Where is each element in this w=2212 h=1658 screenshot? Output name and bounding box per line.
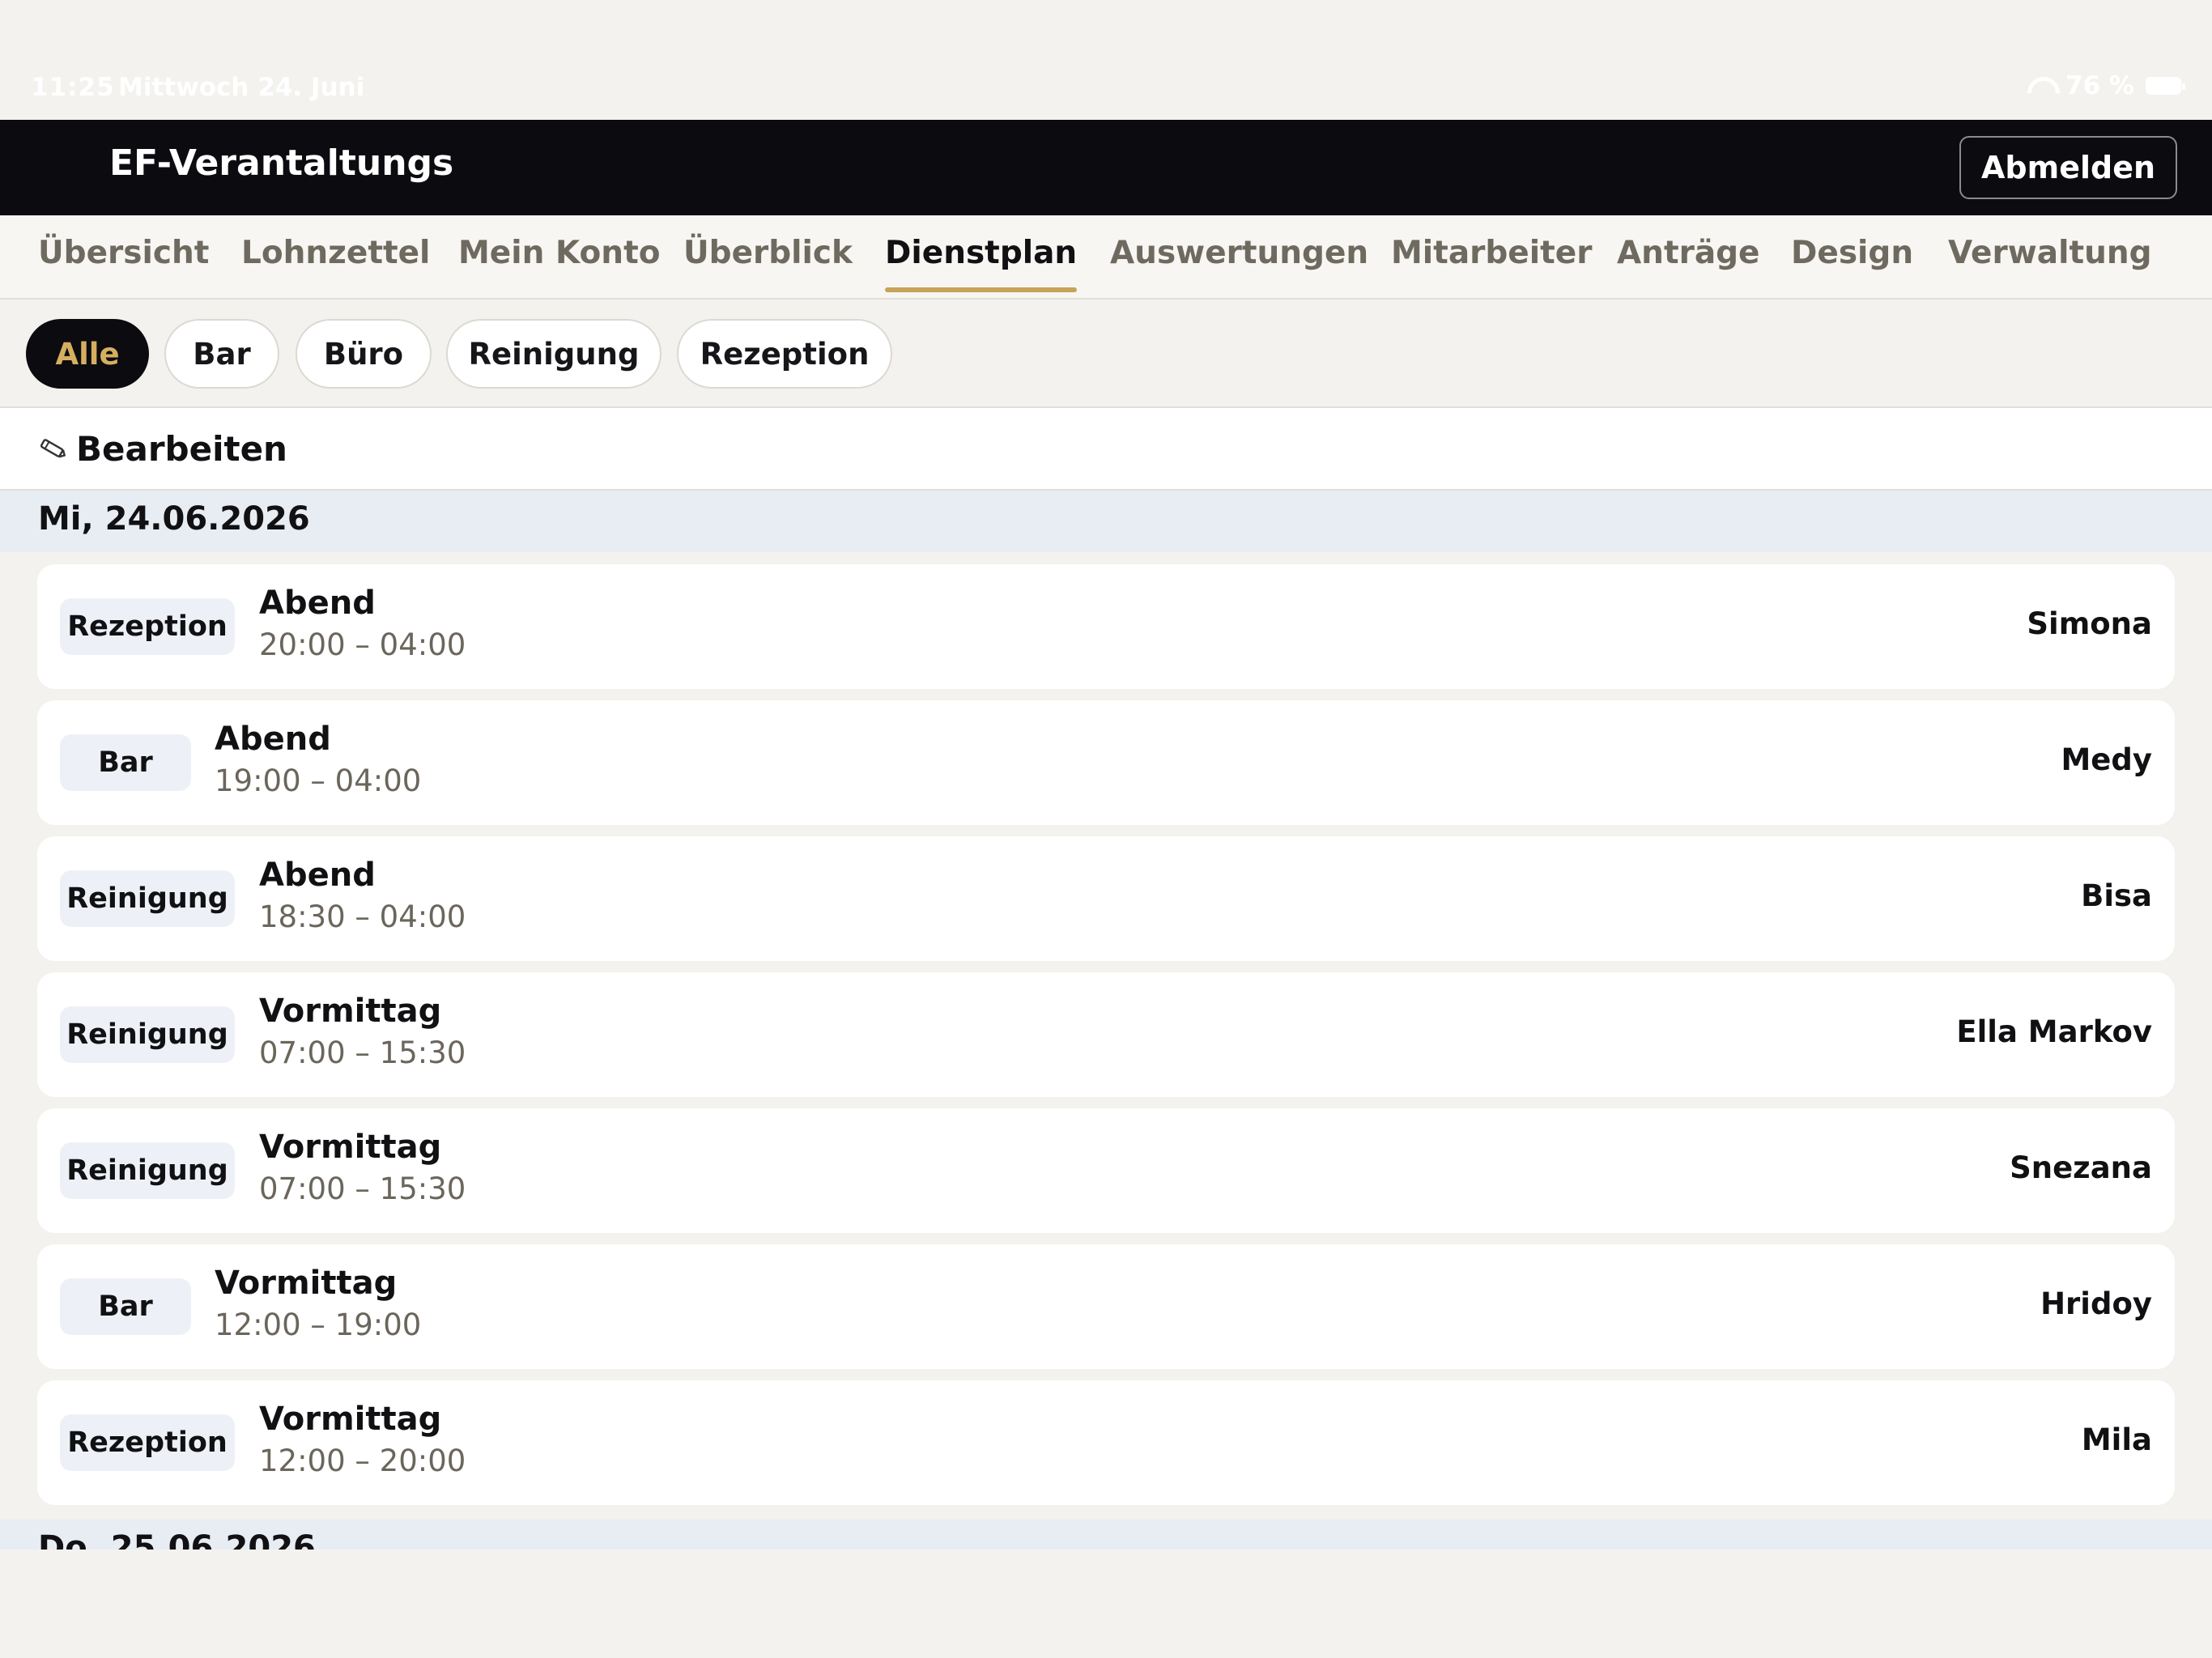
shift-card[interactable]: Bar Vormittag 12:00 – 19:00 Hridoy: [37, 1244, 2175, 1369]
shift-card[interactable]: Rezeption Vormittag 12:00 – 20:00 Mila: [37, 1380, 2175, 1505]
shift-info: Vormittag 12:00 – 19:00: [215, 1262, 421, 1346]
department-badge: Bar: [60, 734, 191, 791]
bottom-area: [0, 1550, 2212, 1658]
shift-card[interactable]: Reinigung Vormittag 07:00 – 15:30 Ella M…: [37, 972, 2175, 1097]
filter-chip-rezeption[interactable]: Rezeption: [677, 319, 892, 389]
shift-card[interactable]: Reinigung Vormittag 07:00 – 15:30 Snezan…: [37, 1108, 2175, 1233]
shift-info: Abend 20:00 – 04:00: [259, 582, 466, 666]
tab-lohnzettel[interactable]: Lohnzettel: [241, 235, 430, 271]
status-right: 76 %: [2025, 71, 2185, 100]
shift-name: Vormittag: [259, 1129, 442, 1166]
filter-chip-buero[interactable]: Büro: [296, 319, 432, 389]
tab-ueberblick[interactable]: Überblick: [683, 235, 853, 271]
battery-percent: 76 %: [2065, 71, 2134, 100]
shift-info: Vormittag 07:00 – 15:30: [259, 1126, 466, 1210]
status-bar: 11:25 Mittwoch 24. Juni 76 %: [0, 0, 2212, 120]
filter-chip-alle[interactable]: Alle: [26, 319, 149, 389]
department-badge: Bar: [60, 1278, 191, 1335]
shift-card[interactable]: Bar Abend 19:00 – 04:00 Medy: [37, 700, 2175, 825]
wifi-icon: [2025, 75, 2054, 96]
shift-name: Vormittag: [259, 1401, 442, 1438]
shift-time: 07:00 – 15:30: [259, 1171, 466, 1206]
tab-dienstplan[interactable]: Dienstplan: [885, 235, 1078, 292]
employee-name: Simona: [2027, 606, 2152, 641]
employee-name: Hridoy: [2040, 1286, 2152, 1321]
day-header: Mi, 24.06.2026: [0, 491, 2212, 552]
tab-verwaltung[interactable]: Verwaltung: [1948, 235, 2152, 271]
shift-time: 18:30 – 04:00: [259, 899, 466, 934]
department-badge: Rezeption: [60, 1414, 235, 1471]
shift-time: 07:00 – 15:30: [259, 1035, 466, 1070]
department-badge: Reinigung: [60, 870, 235, 927]
pencil-icon: [40, 439, 66, 458]
filter-chip-reinigung[interactable]: Reinigung: [446, 319, 661, 389]
department-badge: Reinigung: [60, 1142, 235, 1199]
shift-info: Abend 19:00 – 04:00: [215, 718, 421, 802]
shift-card[interactable]: Reinigung Abend 18:30 – 04:00 Bisa: [37, 836, 2175, 961]
employee-name: Bisa: [2081, 878, 2152, 913]
shift-time: 19:00 – 04:00: [215, 763, 422, 798]
tab-auswertungen[interactable]: Auswertungen: [1110, 235, 1368, 271]
shift-time: 20:00 – 04:00: [259, 627, 466, 662]
shift-name: Abend: [259, 857, 376, 894]
edit-label: Bearbeiten: [76, 429, 287, 469]
status-date: Mittwoch 24. Juni: [118, 73, 365, 102]
shift-card[interactable]: Rezeption Abend 20:00 – 04:00 Simona: [37, 564, 2175, 689]
shift-info: Vormittag 12:00 – 20:00: [259, 1398, 466, 1482]
shift-name: Abend: [259, 585, 376, 622]
shift-list: Rezeption Abend 20:00 – 04:00 Simona Bar…: [37, 564, 2175, 1516]
department-filters: Alle Bar Büro Reinigung Rezeption: [0, 301, 2212, 408]
employee-name: Medy: [2061, 742, 2152, 777]
shift-time: 12:00 – 20:00: [259, 1443, 466, 1478]
app-title: EF-Verantaltungs: [109, 142, 454, 184]
shift-time: 12:00 – 19:00: [215, 1307, 422, 1342]
app-root: 11:25 Mittwoch 24. Juni 76 % EF-Verantal…: [0, 0, 2212, 1658]
logout-button[interactable]: Abmelden: [1959, 136, 2177, 199]
employee-name: Ella Markov: [1956, 1014, 2152, 1049]
status-time: 11:25: [31, 73, 115, 102]
employee-name: Mila: [2081, 1422, 2152, 1457]
department-badge: Rezeption: [60, 598, 235, 655]
employee-name: Snezana: [2010, 1150, 2152, 1185]
department-badge: Reinigung: [60, 1006, 235, 1063]
shift-info: Vormittag 07:00 – 15:30: [259, 990, 466, 1074]
tab-mein-konto[interactable]: Mein Konto: [458, 235, 661, 271]
shift-name: Abend: [215, 721, 331, 758]
edit-bar[interactable]: Bearbeiten: [0, 408, 2212, 491]
day-label: Mi, 24.06.2026: [38, 500, 310, 538]
tab-design[interactable]: Design: [1791, 235, 1913, 271]
filter-chip-bar[interactable]: Bar: [164, 319, 279, 389]
nav-tabs: Übersicht Lohnzettel Mein Konto Überblic…: [0, 215, 2212, 300]
shift-info: Abend 18:30 – 04:00: [259, 854, 466, 938]
shift-name: Vormittag: [259, 993, 442, 1030]
tab-antraege[interactable]: Anträge: [1617, 235, 1760, 271]
tab-uebersicht[interactable]: Übersicht: [38, 235, 209, 271]
shift-name: Vormittag: [215, 1265, 398, 1302]
tab-mitarbeiter[interactable]: Mitarbeiter: [1391, 235, 1592, 271]
app-header: EF-Verantaltungs Abmelden: [0, 120, 2212, 215]
battery-icon: [2146, 77, 2185, 95]
